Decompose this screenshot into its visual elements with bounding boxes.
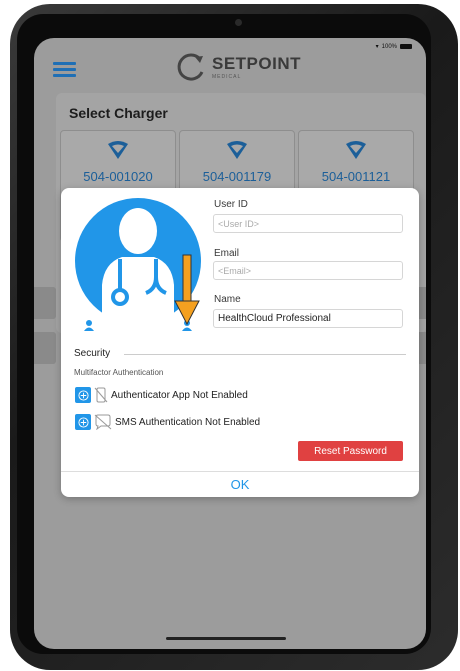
charger-icon [346,141,366,159]
name-label: Name [214,294,241,305]
hamburger-menu-icon[interactable] [53,62,76,78]
setpoint-logo-icon [177,53,204,81]
battery-percent: 100% [381,43,397,50]
security-heading: Security [74,348,111,359]
charger-icon [108,141,128,159]
email-label: Email [214,248,240,259]
phone-slash-icon [94,387,108,403]
status-bar: ▾ 100% [376,43,412,50]
side-button-left-bottom[interactable] [34,332,56,364]
enable-sms-button[interactable] [75,414,91,430]
side-button-left-top[interactable] [34,287,56,319]
charger-id: 504-001121 [321,169,391,184]
user-profile-dialog: User ID <User ID> Email <Email> Name Hea… [61,188,419,497]
annotation-arrow-icon [174,254,200,326]
wifi-icon: ▾ [375,44,379,50]
battery-icon [400,44,412,49]
brand-name: SETPOINT [212,54,302,73]
email-field[interactable]: <Email> [213,261,403,280]
ok-button[interactable]: OK [61,477,419,492]
mfa-heading: Multifactor Authentication [74,368,164,377]
enable-authenticator-button[interactable] [75,387,91,403]
charger-id: 504-001020 [83,169,153,184]
home-indicator[interactable] [166,637,286,640]
brand-subtitle: MEDICAL [212,74,242,80]
security-divider [124,354,406,355]
chat-slash-icon [94,414,112,430]
user-id-field[interactable]: <User ID> [213,214,403,233]
sms-status: SMS Authentication Not Enabled [115,416,261,428]
user-badge-icon[interactable] [83,318,95,331]
charger-id: 504-001179 [202,169,272,184]
reset-password-button[interactable]: Reset Password [298,441,403,461]
authenticator-status: Authenticator App Not Enabled [111,389,248,401]
user-id-label: User ID [214,199,248,210]
select-charger-title: Select Charger [69,105,168,121]
brand-logo: SETPOINT MEDICAL [174,52,301,84]
name-field[interactable]: HealthCloud Professional [213,309,403,328]
add-circle-icon [77,389,89,401]
ok-divider [61,471,419,472]
charger-icon [227,141,247,159]
mfa-authenticator-row: Authenticator App Not Enabled [75,387,248,403]
front-camera [235,19,242,26]
add-circle-icon [77,416,89,428]
mfa-sms-row: SMS Authentication Not Enabled [75,414,260,430]
